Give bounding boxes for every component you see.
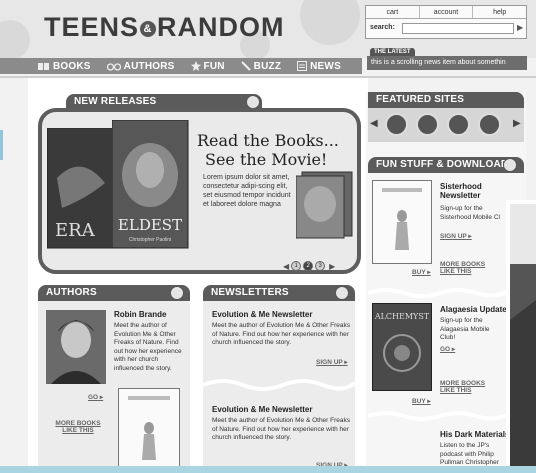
book-icon xyxy=(38,62,49,70)
carousel-next-icon[interactable]: ▶ xyxy=(329,262,335,271)
book-cover-white[interactable] xyxy=(118,388,180,473)
book2-author: Christopher Paolini xyxy=(129,237,171,243)
newsletter-2-title[interactable]: Evolution & Me Newsletter xyxy=(212,405,312,414)
latest-label: THE LATEST xyxy=(370,48,415,56)
nav-books[interactable]: BOOKS xyxy=(38,61,91,72)
utility-box: cart account help search: ▶ xyxy=(365,5,527,39)
star-icon xyxy=(503,158,517,172)
overlapping-photo xyxy=(506,200,536,473)
sisterhood-more-books[interactable]: MORE BOOKS LIKE THIS xyxy=(440,261,488,275)
carousel-prev-icon[interactable]: ◀ xyxy=(283,262,289,271)
search-input[interactable] xyxy=(402,23,514,34)
author-photo[interactable] xyxy=(46,310,106,384)
carousel-dot-1[interactable]: 1 xyxy=(291,261,302,271)
alagaesia-more-books[interactable]: MORE BOOKS LIKE THIS xyxy=(440,380,488,394)
carousel-dot-3[interactable]: 3 xyxy=(315,261,326,271)
newsletter-2-text: Meet the author of Evolution Me & Other … xyxy=(212,417,351,441)
latest-text[interactable]: this is a scrolling news item about some… xyxy=(367,56,527,70)
main-nav: BOOKS AUTHORS FUN BUZZ NEWS xyxy=(0,58,362,74)
author-name[interactable]: Robin Brande xyxy=(114,310,166,319)
new-releases-title: Read the Books... See the Movie! xyxy=(197,131,339,169)
nav-fun[interactable]: FUN xyxy=(190,61,225,72)
newsletter-1-text: Meet the author of Evolution Me & Other … xyxy=(212,322,351,346)
glasses-icon xyxy=(106,62,121,71)
bottom-bar xyxy=(0,466,536,473)
wavy-divider xyxy=(368,288,508,298)
featured-dragon-button[interactable] xyxy=(447,113,470,136)
fun-stuff-heading: FUN STUFF & DOWNLOADS xyxy=(368,157,524,173)
newsletter-icon xyxy=(335,286,349,300)
search-label: search: xyxy=(370,24,395,31)
featured-gymnast-button[interactable] xyxy=(478,113,501,136)
cart-link[interactable]: cart xyxy=(366,6,420,18)
sisterhood-book-cover[interactable] xyxy=(372,180,432,264)
dark-materials-text: Listen to the JP's podcast with Philip P… xyxy=(440,442,499,466)
alchemyst-book-cover[interactable]: ALCHEMYST xyxy=(372,303,432,391)
wavy-divider xyxy=(368,411,508,421)
nav-news[interactable]: NEWS xyxy=(297,61,341,72)
sisterhood-buy[interactable]: BUY ▸ xyxy=(412,268,431,276)
account-link[interactable]: account xyxy=(420,6,474,18)
glasses-icon xyxy=(170,286,184,300)
pen-icon xyxy=(240,61,251,71)
author-go-link[interactable]: GO ▸ xyxy=(88,393,103,401)
new-releases-blurb: Lorem ipsum dolor sit amet, consectetur … xyxy=(203,174,291,208)
alagaesia-buy[interactable]: BUY ▸ xyxy=(412,397,431,405)
frame-accent xyxy=(0,130,3,160)
authors-heading: AUTHORS xyxy=(38,285,190,301)
book-icon xyxy=(246,95,260,109)
book2-title: ELDEST xyxy=(118,216,182,234)
book1-title: ERA xyxy=(55,220,96,241)
book-cover-eldest[interactable]: ELDEST Christopher Paolini xyxy=(112,120,190,250)
featured-prev-icon[interactable]: ◀ xyxy=(370,118,378,129)
star-icon xyxy=(190,61,201,71)
carousel-nav: ◀ 1 2 3 ▶ xyxy=(281,261,337,271)
search-go-button[interactable]: ▶ xyxy=(517,23,523,32)
help-link[interactable]: help xyxy=(473,6,526,18)
sisterhood-text: Sign-up for the Sisterhood Mobile Cl xyxy=(440,205,500,221)
carousel-dot-2[interactable]: 2 xyxy=(303,261,314,271)
featured-jeans-button[interactable] xyxy=(385,113,408,136)
sisterhood-title[interactable]: Sisterhood Newsletter xyxy=(440,182,506,200)
wavy-divider xyxy=(203,379,355,391)
alagaesia-go[interactable]: GO ▸ xyxy=(440,345,455,353)
latest-news-ticker[interactable]: THE LATEST this is a scrolling news item… xyxy=(367,48,527,74)
nav-authors[interactable]: AUTHORS xyxy=(106,61,175,72)
more-books-link[interactable]: MORE BOOKS LIKE THIS xyxy=(54,420,102,434)
featured-sites-heading: FEATURED SITES xyxy=(368,92,524,108)
site-logo[interactable]: TEENS & RANDOM xyxy=(44,12,285,43)
nav-buzz[interactable]: BUZZ xyxy=(240,61,281,72)
alagaesia-text: Sign-up for the Alagaesia Mobile Club! xyxy=(440,317,490,341)
featured-bird-button[interactable] xyxy=(416,113,439,136)
newsletters-heading: NEWSLETTERS xyxy=(203,285,355,301)
sisterhood-signup[interactable]: SIGN UP ▸ xyxy=(440,232,472,240)
featured-next-icon[interactable]: ▶ xyxy=(513,118,521,129)
dvd-box-set[interactable] xyxy=(296,170,354,240)
author-text: Meet the author of Evolution Me & Other … xyxy=(114,322,182,372)
newsletter-1-signup[interactable]: SIGN UP ▸ xyxy=(316,358,348,366)
book-cover-eragon[interactable]: ERA xyxy=(47,128,117,250)
alchemyst-title-text: ALCHEMYST xyxy=(374,312,430,321)
newspaper-icon xyxy=(297,61,308,71)
newsletter-1-title[interactable]: Evolution & Me Newsletter xyxy=(212,310,312,319)
